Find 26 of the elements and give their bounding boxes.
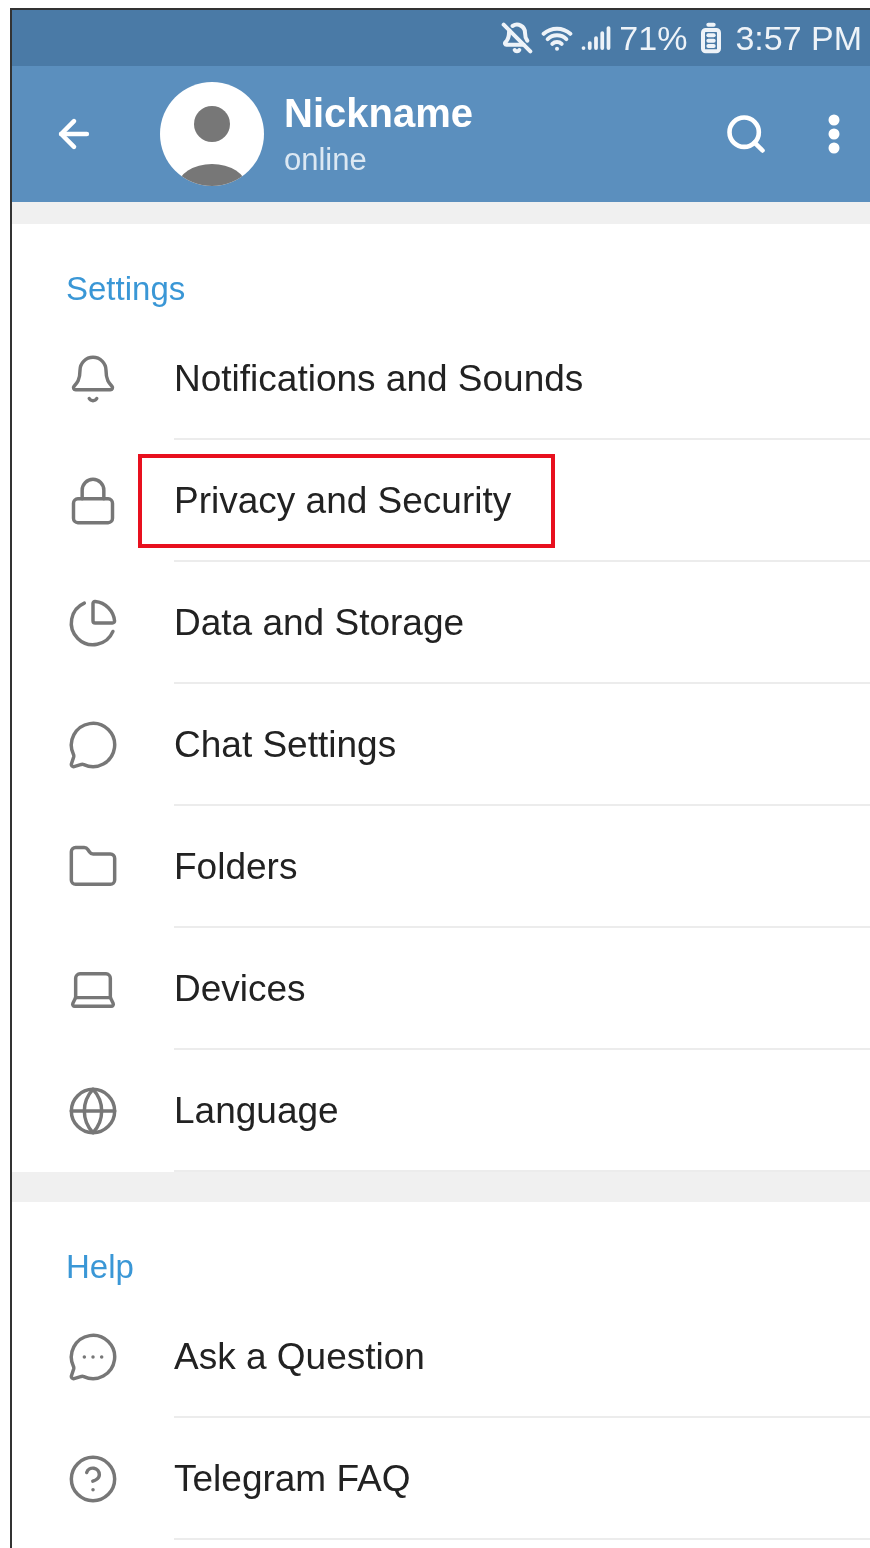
menu-item[interactable]: Folders: [138, 820, 342, 914]
status-text: online: [284, 141, 368, 178]
signal-icon: [581, 23, 612, 53]
more-menu-button[interactable]: [828, 114, 840, 154]
chat-dots-icon: [67, 1331, 119, 1383]
search-button[interactable]: [724, 112, 768, 156]
menu-item[interactable]: Chat Settings: [138, 698, 441, 792]
menu-item[interactable]: Data and Storage: [138, 576, 509, 670]
search-icon: [724, 112, 768, 156]
battery-percent: 71%: [619, 18, 688, 58]
speech-bubble-icon: [67, 719, 119, 771]
profile-name: Nickname: [284, 90, 474, 136]
menu-item[interactable]: Telegram FAQ: [138, 1432, 455, 1526]
pie-chart-icon: [67, 597, 119, 649]
help-icon: [67, 1453, 119, 1505]
menu-item[interactable]: Privacy and Security: [138, 454, 556, 548]
clock: 3:57 PM: [735, 18, 862, 58]
menu-item[interactable]: Devices: [138, 942, 350, 1036]
menu-item[interactable]: Language: [138, 1064, 383, 1158]
globe-icon: [67, 1085, 119, 1137]
section-header: Settings: [65, 270, 187, 308]
section-header: Help: [65, 1248, 135, 1286]
menu-item[interactable]: Ask a Question: [138, 1310, 469, 1404]
more-icon: [828, 114, 840, 154]
menu-item[interactable]: Notifications and Sounds: [138, 332, 628, 426]
mute-icon: [501, 22, 534, 54]
